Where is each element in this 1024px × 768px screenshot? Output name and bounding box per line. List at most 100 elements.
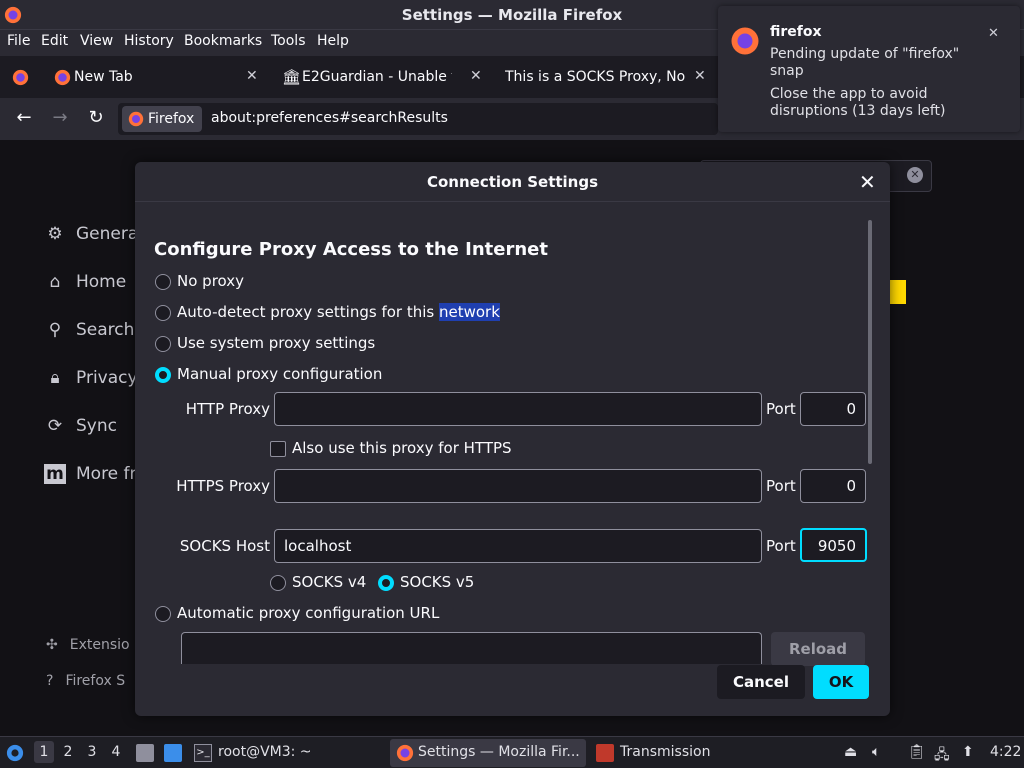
http-proxy-input[interactable] [274, 392, 762, 426]
close-icon[interactable]: ✕ [988, 26, 999, 41]
tab-label: New Tab [74, 69, 133, 85]
eject-icon[interactable]: ⏏ [844, 744, 857, 760]
clipboard-icon[interactable]: 📋︎ [908, 744, 926, 760]
home-icon: ⌂ [49, 272, 61, 292]
pinned-tab[interactable] [4, 61, 38, 95]
category-home[interactable]: ⌂ Home [44, 272, 127, 292]
network-icon[interactable]: 🖧 [934, 744, 950, 768]
mozilla-icon: m [44, 464, 66, 484]
firefox-icon [396, 744, 414, 762]
firefox-icon [128, 111, 144, 127]
help-icon: ? [46, 673, 54, 689]
tab-socks-proxy[interactable]: This is a SOCKS Proxy, Not A ✕ [496, 61, 714, 95]
dialog-title: Connection Settings [426, 173, 599, 191]
close-tab-icon[interactable]: ✕ [694, 68, 706, 84]
back-arrow-icon[interactable]: ← [12, 107, 36, 131]
radio-button-selected[interactable] [378, 575, 394, 591]
category-sync[interactable]: ⟳ Sync [44, 416, 117, 436]
taskbar: 1 2 3 4 >_ root@VM3: ~ Settings — Mozill… [0, 736, 1024, 768]
menu-file[interactable]: File [7, 33, 30, 49]
menu-help[interactable]: Help [317, 33, 349, 49]
gear-icon: ⚙ [47, 224, 63, 244]
http-port-label: Port [766, 400, 796, 418]
tab-e2guardian[interactable]: 🏛 E2Guardian - Unable to lo ✕ [274, 61, 488, 95]
socks-host-input[interactable]: localhost [274, 529, 762, 563]
also-https-checkbox[interactable] [270, 441, 286, 457]
https-port-label: Port [766, 477, 796, 495]
menu-bookmarks[interactable]: Bookmarks [184, 33, 262, 49]
firefox-icon [54, 69, 71, 86]
close-icon[interactable]: ✕ [859, 170, 876, 194]
institution-icon: 🏛 [282, 68, 302, 86]
close-tab-icon[interactable]: ✕ [246, 68, 258, 84]
https-proxy-input[interactable] [274, 469, 762, 503]
puzzle-icon: ✣ [46, 637, 58, 653]
reload-button[interactable]: Reload [771, 632, 865, 666]
category-search[interactable]: ⚲ Search [44, 320, 135, 340]
update-icon[interactable]: ⬆ [962, 744, 974, 760]
menu-edit[interactable]: Edit [41, 33, 68, 49]
sync-icon: ⟳ [47, 416, 63, 436]
category-privacy[interactable]: 🔒︎ Privacy [44, 368, 137, 388]
proxy-heading: Configure Proxy Access to the Internet [154, 239, 548, 260]
auto-proxy-url-input[interactable] [181, 632, 762, 664]
taskbar-terminal[interactable]: root@VM3: ~ [218, 744, 312, 760]
connection-settings-dialog: Connection Settings ✕ Configure Proxy Ac… [135, 162, 890, 716]
desktop-icon[interactable] [164, 744, 182, 762]
notification-message: Pending update of "firefox" snap [770, 46, 960, 79]
clear-icon[interactable]: ✕ [907, 167, 923, 183]
menu-view[interactable]: View [80, 33, 113, 49]
menu-history[interactable]: History [124, 33, 174, 49]
radio-button[interactable] [270, 575, 286, 591]
url-bar[interactable]: Firefox about:preferences#searchResults [118, 103, 718, 135]
identity-box[interactable]: Firefox [122, 106, 203, 132]
identity-label: Firefox [148, 111, 195, 127]
http-port-input[interactable]: 0 [800, 392, 866, 426]
workspace-3[interactable]: 3 [82, 741, 102, 763]
radio-button[interactable] [155, 606, 171, 622]
http-proxy-label: HTTP Proxy [185, 400, 270, 418]
dialog-scrollbar[interactable] [868, 220, 872, 464]
start-menu-icon[interactable] [6, 744, 24, 762]
forward-arrow-icon[interactable]: → [48, 107, 72, 131]
socks-port-label: Port [766, 537, 796, 555]
tab-label: E2Guardian - Unable to lo [302, 69, 452, 85]
taskbar-transmission[interactable]: Transmission [620, 744, 710, 760]
cancel-button[interactable]: Cancel [717, 665, 805, 699]
taskbar-firefox[interactable]: Settings — Mozilla Fir... [418, 744, 580, 760]
firefox-icon [731, 27, 759, 55]
terminal-icon: >_ [194, 744, 212, 762]
category-general[interactable]: ⚙ Genera [44, 224, 138, 244]
notification-detail: Close the app to avoid disruptions (13 d… [770, 86, 946, 119]
close-tab-icon[interactable]: ✕ [470, 68, 482, 84]
update-notification: firefox Pending update of "firefox" snap… [718, 6, 1020, 132]
footer-extensions[interactable]: ✣ Extensio [46, 637, 130, 653]
radio-button[interactable] [155, 305, 171, 321]
transmission-icon [596, 744, 614, 762]
also-https-label: Also use this proxy for HTTPS [292, 439, 512, 457]
https-port-input[interactable]: 0 [800, 469, 866, 503]
clock: 4:22 [990, 744, 1022, 760]
radio-button[interactable] [155, 336, 171, 352]
radio-button-selected[interactable] [155, 367, 171, 383]
category-more[interactable]: m More fr [44, 464, 137, 484]
lock-icon: 🔒︎ [50, 368, 60, 388]
footer-support[interactable]: ? Firefox S [46, 673, 125, 689]
url-text[interactable]: about:preferences#searchResults [211, 110, 448, 126]
socks-port-input[interactable]: 9050 [800, 528, 867, 562]
dialog-header: Connection Settings ✕ [135, 162, 890, 202]
socks-host-label: SOCKS Host [179, 537, 270, 555]
tab-new-tab[interactable]: New Tab ✕ [46, 61, 270, 95]
ok-button[interactable]: OK [813, 665, 869, 699]
tab-label: This is a SOCKS Proxy, Not A [505, 69, 685, 85]
menu-tools[interactable]: Tools [271, 33, 306, 49]
search-icon: ⚲ [48, 320, 62, 340]
radio-button[interactable] [155, 274, 171, 290]
volume-icon[interactable]: 🔈︎ [872, 744, 880, 760]
firefox-icon [12, 69, 29, 86]
workspace-1[interactable]: 1 [34, 741, 54, 763]
file-manager-icon[interactable] [136, 744, 154, 762]
workspace-4[interactable]: 4 [106, 741, 126, 763]
workspace-2[interactable]: 2 [58, 741, 78, 763]
reload-icon[interactable]: ↻ [84, 107, 108, 131]
